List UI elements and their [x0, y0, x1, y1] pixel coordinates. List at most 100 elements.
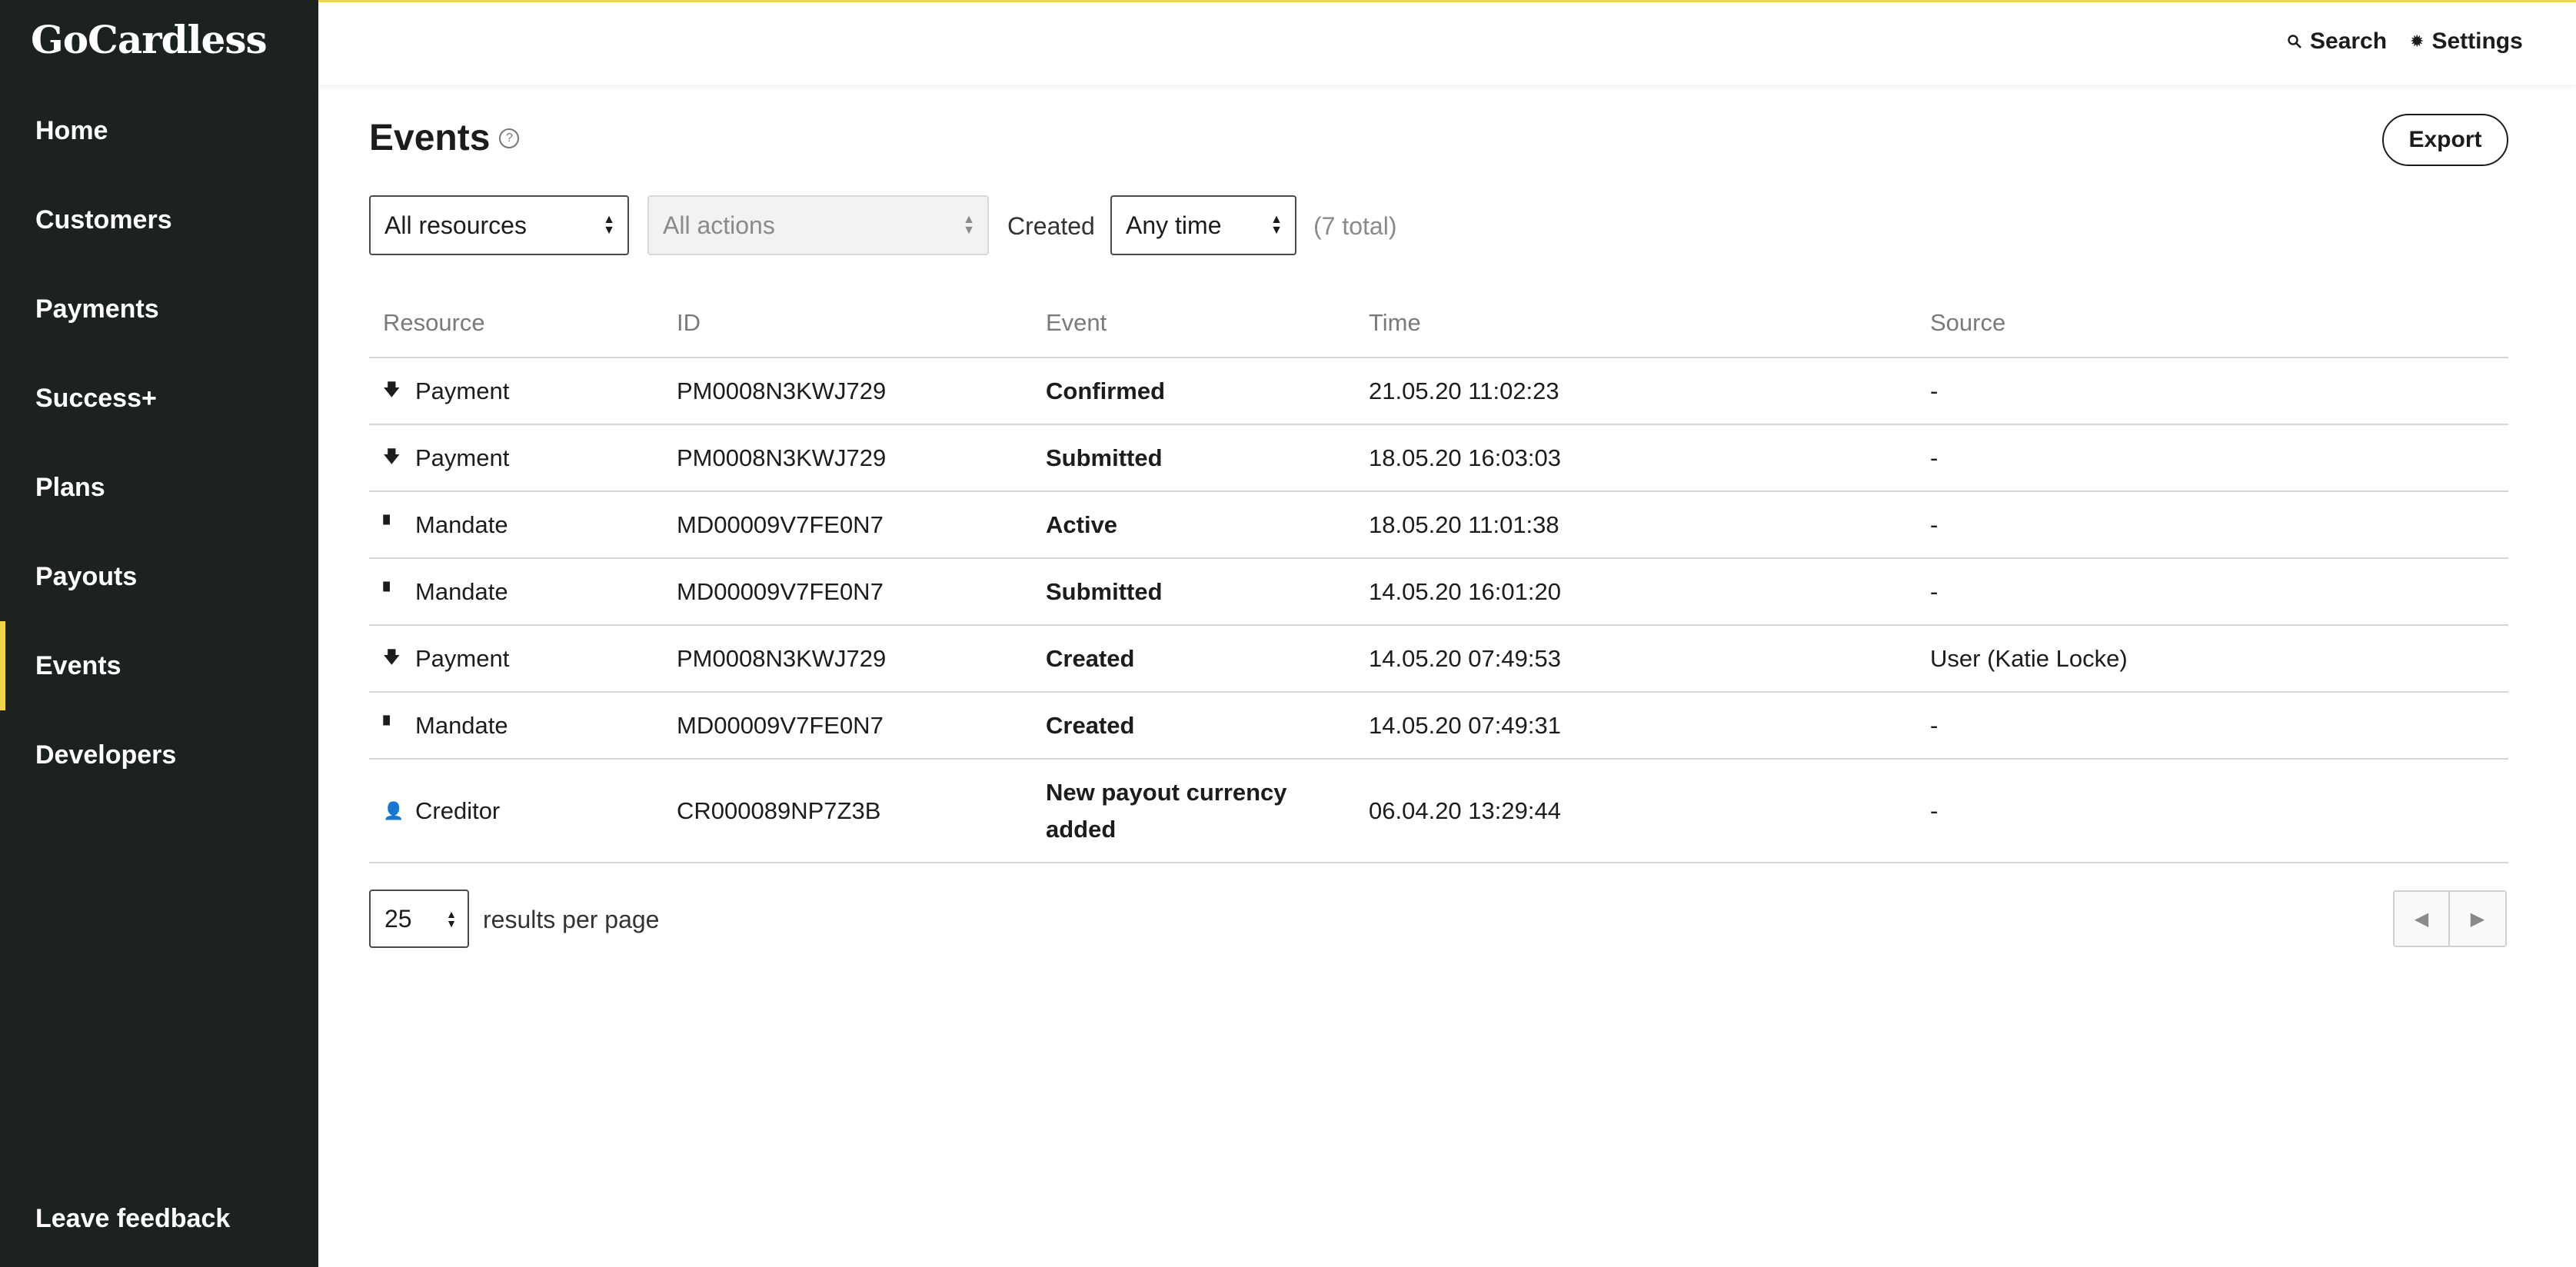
- event-cell: Created: [1046, 644, 1135, 672]
- created-label: Created: [1007, 212, 1095, 240]
- source-cell: User (Katie Locke): [1930, 644, 2128, 672]
- table-row[interactable]: 🡇 Payment PM0008N3KWJ729 Confirmed 21.05.…: [369, 358, 2508, 425]
- time-cell: 14.05.20 16:01:20: [1369, 577, 1561, 605]
- table-header: Resource ID Event Time Source: [369, 292, 2508, 358]
- resource-filter-select[interactable]: All resources ▲ ▼: [369, 195, 629, 255]
- resource-name: Payment: [415, 644, 510, 672]
- source-cell: -: [1930, 510, 1939, 538]
- resource-name: Payment: [415, 444, 510, 471]
- action-filter-select[interactable]: All actions ▲ ▼: [647, 195, 989, 255]
- time-cell: 21.05.20 11:02:23: [1369, 377, 1559, 404]
- table-row[interactable]: 🡇 Payment PM0008N3KWJ729 Created 14.05.20…: [369, 626, 2508, 693]
- document-icon: ▘: [383, 581, 397, 601]
- sidebar-item-developers[interactable]: Developers: [0, 710, 318, 800]
- arrow-down-icon: 🡇: [383, 446, 401, 466]
- chevron-right-icon: ▶: [2470, 908, 2485, 929]
- event-cell: Active: [1046, 510, 1118, 538]
- top-bar: Search ✹ Settings: [318, 0, 2576, 85]
- resource-cell: ▘ Mandate: [383, 559, 508, 624]
- arrow-down-icon: 🡇: [383, 647, 401, 667]
- resource-cell: ▘ Mandate: [383, 492, 508, 557]
- sidebar-item-home[interactable]: Home: [0, 86, 318, 175]
- document-icon: ▘: [383, 514, 397, 534]
- logo[interactable]: GoCardless: [31, 17, 268, 62]
- source-cell: -: [1930, 444, 1939, 471]
- id-cell: MD00009V7FE0N7: [677, 510, 884, 538]
- per-page-select[interactable]: 25 ▲ ▼: [369, 890, 469, 948]
- resource-name: Mandate: [415, 577, 508, 605]
- resource-name: Mandate: [415, 711, 508, 739]
- total-count: (7 total): [1313, 212, 1397, 240]
- resource-cell: 👤 Creditor: [383, 760, 500, 862]
- event-cell: New payout currency added: [1046, 778, 1287, 843]
- page-title: Events: [369, 118, 491, 158]
- table-row[interactable]: ▘ Mandate MD00009V7FE0N7 Created 14.05.20…: [369, 693, 2508, 760]
- resource-cell: 🡇 Payment: [383, 358, 509, 424]
- sidebar-item-payments[interactable]: Payments: [0, 264, 318, 354]
- source-cell: -: [1930, 377, 1939, 404]
- id-cell: PM0008N3KWJ729: [677, 644, 887, 672]
- resource-cell: 🡇 Payment: [383, 425, 509, 491]
- source-cell: -: [1930, 577, 1939, 605]
- source-cell: -: [1930, 711, 1939, 739]
- person-icon: 👤: [383, 800, 404, 820]
- id-cell: CR000089NP7Z3B: [677, 796, 881, 824]
- resource-cell: 🡇 Payment: [383, 626, 509, 691]
- previous-page-button[interactable]: ◀: [2393, 890, 2450, 947]
- time-cell: 18.05.20 11:01:38: [1369, 510, 1559, 538]
- resource-name: Payment: [415, 377, 510, 404]
- search-label: Search: [2310, 28, 2388, 54]
- select-arrows-icon: ▲ ▼: [1270, 213, 1283, 237]
- created-filter-value: Any time: [1126, 211, 1222, 239]
- sidebar: GoCardless Home Customers Payments Succe…: [0, 0, 318, 1267]
- sidebar-item-events[interactable]: Events: [0, 621, 318, 710]
- search-link[interactable]: Search: [2287, 28, 2387, 55]
- resource-name: Creditor: [415, 796, 501, 824]
- select-arrows-icon: ▲ ▼: [603, 213, 615, 237]
- time-cell: 14.05.20 07:49:31: [1369, 711, 1561, 739]
- per-page-label: results per page: [483, 906, 660, 933]
- event-cell: Created: [1046, 711, 1135, 739]
- select-arrows-icon: ▲ ▼: [446, 908, 457, 929]
- header-resource: Resource: [383, 309, 485, 336]
- sidebar-item-success-plus[interactable]: Success+: [0, 354, 318, 443]
- header-id: ID: [677, 309, 701, 336]
- settings-link[interactable]: ✹ Settings: [2410, 28, 2523, 55]
- next-page-button[interactable]: ▶: [2450, 890, 2507, 947]
- settings-label: Settings: [2431, 28, 2523, 54]
- sidebar-nav: Home Customers Payments Success+ Plans P…: [0, 86, 318, 800]
- table-row[interactable]: ▘ Mandate MD00009V7FE0N7 Submitted 14.05.…: [369, 559, 2508, 626]
- chevron-left-icon: ◀: [2414, 908, 2429, 929]
- table-row[interactable]: 🡇 Payment PM0008N3KWJ729 Submitted 18.05.…: [369, 425, 2508, 492]
- help-circle-icon[interactable]: ?: [499, 128, 520, 148]
- sidebar-item-plans[interactable]: Plans: [0, 443, 318, 532]
- event-cell: Submitted: [1046, 444, 1163, 471]
- resource-name: Mandate: [415, 510, 508, 538]
- arrow-down-icon: 🡇: [383, 379, 401, 399]
- id-cell: MD00009V7FE0N7: [677, 711, 884, 739]
- table-row[interactable]: 👤 Creditor CR000089NP7Z3B New payout curr…: [369, 760, 2508, 863]
- id-cell: PM0008N3KWJ729: [677, 444, 887, 471]
- action-filter-value: All actions: [663, 211, 775, 239]
- header-time: Time: [1369, 309, 1421, 336]
- event-cell: Confirmed: [1046, 377, 1165, 404]
- page-title-wrap: Events ?: [369, 117, 520, 159]
- header-event: Event: [1046, 309, 1107, 336]
- select-arrows-icon: ▲ ▼: [963, 213, 975, 237]
- id-cell: MD00009V7FE0N7: [677, 577, 884, 605]
- table-row[interactable]: ▘ Mandate MD00009V7FE0N7 Active 18.05.20 …: [369, 492, 2508, 559]
- sidebar-item-payouts[interactable]: Payouts: [0, 532, 318, 621]
- resource-filter-value: All resources: [384, 211, 527, 239]
- id-cell: PM0008N3KWJ729: [677, 377, 887, 404]
- created-filter-select[interactable]: Any time ▲ ▼: [1110, 195, 1296, 255]
- time-cell: 06.04.20 13:29:44: [1369, 796, 1561, 824]
- sidebar-item-customers[interactable]: Customers: [0, 175, 318, 264]
- events-table: Resource ID Event Time Source 🡇 Payment P…: [369, 292, 2508, 863]
- search-icon: [2288, 35, 2301, 48]
- header-source: Source: [1930, 309, 2006, 336]
- export-button[interactable]: Export: [2382, 114, 2508, 166]
- time-cell: 14.05.20 07:49:53: [1369, 644, 1561, 672]
- event-cell: Submitted: [1046, 577, 1163, 605]
- leave-feedback-link[interactable]: Leave feedback: [35, 1204, 230, 1234]
- gear-icon: ✹: [2410, 32, 2425, 51]
